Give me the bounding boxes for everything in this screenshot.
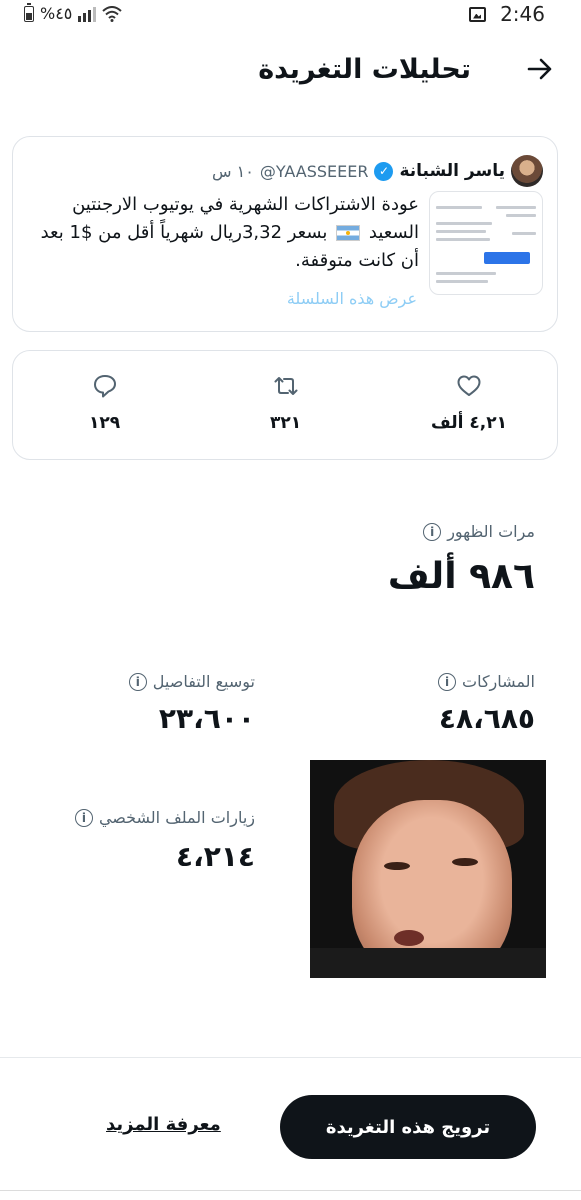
likes-stat[interactable]: ٤,٢١ ألف [431, 373, 507, 433]
tweet-time: ١٠ س [212, 161, 254, 181]
clock: 2:46 [500, 2, 545, 26]
learn-more-link[interactable]: معرفة المزيد [106, 1114, 221, 1135]
heart-icon [457, 375, 481, 396]
signal-icon [78, 6, 97, 22]
status-bar: %٤٥ 2:46 [0, 0, 581, 28]
info-icon[interactable]: i [438, 672, 456, 691]
header: تحليلات التغريدة [0, 42, 581, 98]
profile-visits-label: زيارات الملف الشخصي i [74, 808, 255, 827]
reaction-gif [310, 760, 546, 978]
back-arrow-icon[interactable] [527, 56, 553, 82]
retweets-stat[interactable]: ٣٢١ [270, 373, 301, 433]
argentina-flag-icon [336, 225, 361, 241]
page-title: تحليلات التغريدة [258, 54, 471, 85]
promote-tweet-button[interactable]: ترويج هذه التغريدة [280, 1095, 536, 1159]
display-name[interactable]: ياسر الشبانة [399, 161, 505, 181]
likes-count: ٤,٢١ ألف [431, 413, 507, 433]
engagements-label-text: المشاركات [462, 672, 535, 691]
avatar[interactable] [511, 155, 543, 187]
battery-percent: %٤٥ [40, 4, 73, 23]
gallery-icon [469, 6, 487, 22]
replies-stat[interactable]: ١٢٩ [89, 373, 120, 433]
info-icon[interactable]: i [128, 672, 147, 691]
impressions-label-text: مرات الظهور [447, 522, 535, 541]
impressions-value: ٩٨٦ ألف [387, 556, 535, 597]
profile-visits-label-text: زيارات الملف الشخصي [98, 808, 255, 827]
detail-expands-label-text: توسيع التفاصيل [152, 672, 255, 691]
tweet-header: ياسر الشبانة ✓ @YAASSEEER ١٠ س [212, 155, 543, 187]
status-right: 2:46 [469, 2, 545, 26]
retweet-icon [274, 377, 298, 395]
tweet-media-thumbnail[interactable] [429, 191, 543, 295]
profile-visits-value: ٤،٢١٤ [176, 840, 255, 873]
info-icon[interactable]: i [423, 522, 442, 541]
impressions-label: مرات الظهور i [423, 522, 535, 541]
engagements-value: ٤٨،٦٨٥ [438, 702, 535, 735]
battery-icon [24, 2, 34, 22]
status-left: %٤٥ [24, 2, 123, 23]
user-handle: @YAASSEEER [259, 161, 369, 181]
engagement-card: ١٢٩ ٣٢١ ٤,٢١ ألف [12, 350, 558, 460]
tweet-text-part2: بسعر 3,32ريال شهرياً أقل من $1 بعد أن كا… [40, 222, 419, 271]
detail-expands-label: توسيع التفاصيل i [128, 672, 255, 691]
divider [0, 1057, 581, 1058]
show-thread-link[interactable]: عرض هذه السلسلة [287, 289, 417, 308]
engagements-label: المشاركات i [438, 672, 535, 691]
info-icon[interactable]: i [74, 808, 93, 827]
tweet-text: عودة الاشتراكات الشهرية في يوتيوب الارجن… [19, 191, 419, 275]
replies-count: ١٢٩ [89, 413, 121, 433]
tweet-card[interactable]: ياسر الشبانة ✓ @YAASSEEER ١٠ س عودة الاش… [12, 136, 558, 332]
reply-icon [93, 375, 116, 398]
retweets-count: ٣٢١ [270, 413, 302, 433]
verified-badge-icon: ✓ [374, 161, 394, 181]
detail-expands-value: ٢٣،٦٠٠ [158, 702, 255, 735]
navigation-divider [0, 1190, 581, 1191]
wifi-icon [102, 5, 123, 22]
